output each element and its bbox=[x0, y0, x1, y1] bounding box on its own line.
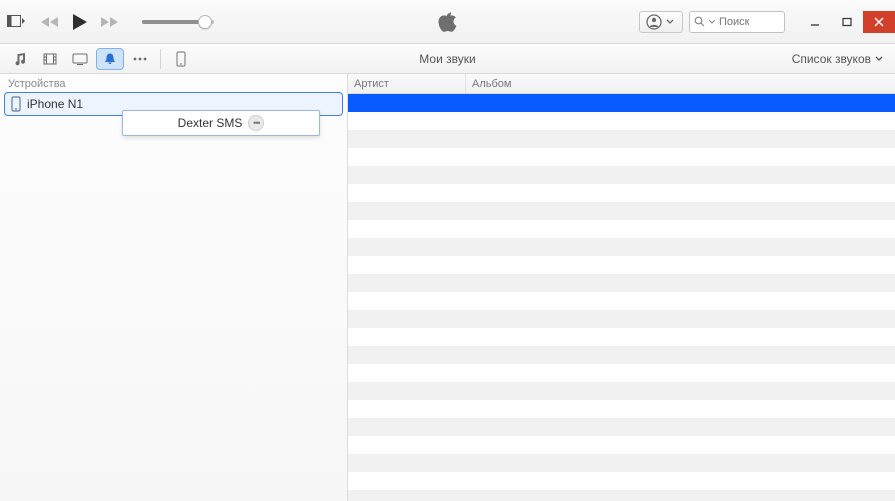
table-row[interactable] bbox=[348, 472, 895, 490]
drag-item-badge-icon: ••• bbox=[248, 115, 264, 131]
user-icon bbox=[646, 14, 662, 30]
tv-icon bbox=[72, 53, 88, 65]
view-toggle[interactable]: Список звуков bbox=[792, 52, 889, 66]
phone-icon bbox=[176, 51, 186, 67]
toolbar-separator bbox=[160, 49, 161, 69]
play-button[interactable] bbox=[72, 13, 88, 31]
view-toggle-label: Список звуков bbox=[792, 52, 871, 66]
tab-tones[interactable] bbox=[96, 48, 124, 70]
bell-icon bbox=[103, 52, 117, 66]
tab-music[interactable] bbox=[6, 48, 34, 70]
table-row[interactable] bbox=[348, 184, 895, 202]
table-row[interactable] bbox=[348, 454, 895, 472]
chevron-down-icon bbox=[709, 18, 715, 26]
window-close-button[interactable] bbox=[863, 11, 895, 33]
table-row[interactable] bbox=[348, 382, 895, 400]
drag-preview: Dexter SMS ••• bbox=[122, 110, 320, 136]
search-input-container[interactable] bbox=[689, 11, 785, 33]
table-row[interactable] bbox=[348, 238, 895, 256]
chevron-down-icon bbox=[875, 55, 883, 63]
table-row[interactable] bbox=[348, 220, 895, 238]
column-header-album[interactable]: Альбом bbox=[466, 74, 895, 93]
drag-item-label: Dexter SMS bbox=[178, 116, 243, 130]
window-maximize-button[interactable] bbox=[831, 11, 863, 33]
table-row[interactable] bbox=[348, 130, 895, 148]
chevron-down-icon bbox=[666, 18, 674, 26]
table-row[interactable] bbox=[348, 400, 895, 418]
music-icon bbox=[13, 52, 27, 66]
sidebar-section-label: Устройства bbox=[0, 74, 347, 92]
phone-icon bbox=[11, 96, 21, 112]
table-row[interactable] bbox=[348, 166, 895, 184]
volume-slider[interactable] bbox=[142, 20, 214, 24]
table-row[interactable] bbox=[348, 202, 895, 220]
table-row[interactable] bbox=[348, 148, 895, 166]
table-row[interactable] bbox=[348, 256, 895, 274]
table-row[interactable] bbox=[348, 328, 895, 346]
more-icon bbox=[132, 56, 148, 62]
device-button[interactable] bbox=[167, 48, 195, 70]
tab-movies[interactable] bbox=[36, 48, 64, 70]
tab-tvshows[interactable] bbox=[66, 48, 94, 70]
table-row[interactable] bbox=[348, 274, 895, 292]
device-name: iPhone N1 bbox=[27, 97, 83, 111]
table-row[interactable] bbox=[348, 436, 895, 454]
table-row[interactable] bbox=[348, 292, 895, 310]
table-row[interactable] bbox=[348, 94, 895, 112]
table-row[interactable] bbox=[348, 112, 895, 130]
apple-logo-icon bbox=[438, 10, 458, 34]
tab-more[interactable] bbox=[126, 48, 154, 70]
window-minimize-button[interactable] bbox=[799, 11, 831, 33]
table-row[interactable] bbox=[348, 490, 895, 501]
column-header-artist[interactable]: Артист bbox=[348, 74, 466, 93]
search-icon bbox=[694, 16, 705, 27]
next-track-button[interactable] bbox=[100, 15, 120, 29]
film-icon bbox=[43, 52, 57, 66]
layout-menu-button[interactable] bbox=[4, 11, 28, 33]
previous-track-button[interactable] bbox=[40, 15, 60, 29]
table-row[interactable] bbox=[348, 364, 895, 382]
page-title: Мои звуки bbox=[419, 52, 475, 66]
search-input[interactable] bbox=[719, 16, 779, 28]
table-row[interactable] bbox=[348, 346, 895, 364]
track-list bbox=[348, 94, 895, 501]
sidebar: Устройства iPhone N1 bbox=[0, 74, 348, 501]
table-row[interactable] bbox=[348, 310, 895, 328]
table-row[interactable] bbox=[348, 418, 895, 436]
account-button[interactable] bbox=[639, 11, 683, 33]
